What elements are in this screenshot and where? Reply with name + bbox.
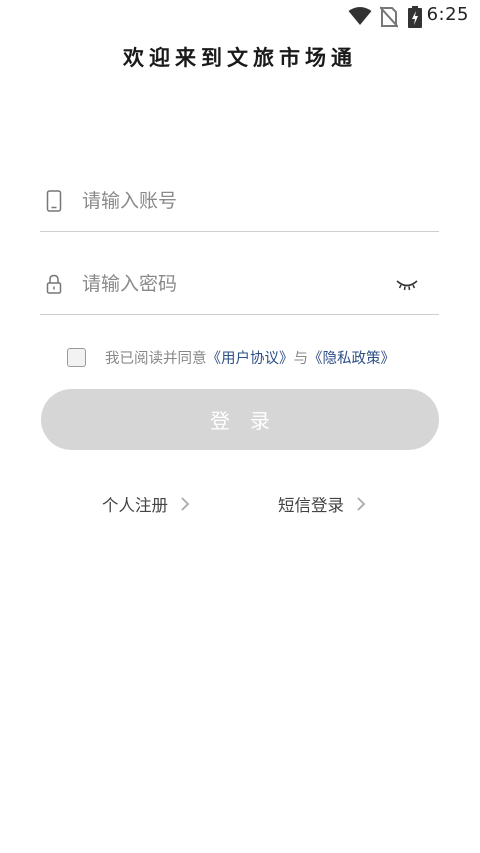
battery-charging-icon <box>408 6 422 28</box>
privacy-policy-link[interactable]: 《隐私政策》 <box>308 351 395 367</box>
sms-login-link[interactable]: 短信登录 <box>278 490 366 518</box>
no-sim-icon <box>380 6 398 28</box>
status-bar: 6:25 <box>0 0 480 32</box>
lock-icon <box>46 274 62 294</box>
chevron-right-icon <box>181 497 190 511</box>
eye-closed-icon[interactable] <box>395 275 419 293</box>
agreement-prefix: 我已阅读并同意 <box>105 350 207 367</box>
sms-login-label: 短信登录 <box>278 496 344 515</box>
account-input[interactable] <box>82 185 382 217</box>
account-field <box>40 172 439 232</box>
agreement-text: 我已阅读并同意《用户协议》与《隐私政策》 <box>105 347 395 368</box>
agreement-row: 我已阅读并同意《用户协议》与《隐私政策》 <box>67 346 395 368</box>
user-agreement-link[interactable]: 《用户协议》 <box>207 351 294 367</box>
wifi-icon <box>348 7 372 25</box>
agreement-conjunction: 与 <box>293 350 309 367</box>
password-input[interactable] <box>82 268 382 300</box>
login-button[interactable]: 登 录 <box>41 389 439 450</box>
register-label: 个人注册 <box>102 496 168 515</box>
phone-icon <box>46 190 62 212</box>
password-field <box>40 255 439 315</box>
status-time: 6:25 <box>426 4 469 25</box>
agreement-checkbox[interactable] <box>67 347 86 367</box>
chevron-right-icon <box>357 497 366 511</box>
register-link[interactable]: 个人注册 <box>102 490 190 518</box>
page-title: 欢迎来到文旅市场通 <box>123 46 357 70</box>
